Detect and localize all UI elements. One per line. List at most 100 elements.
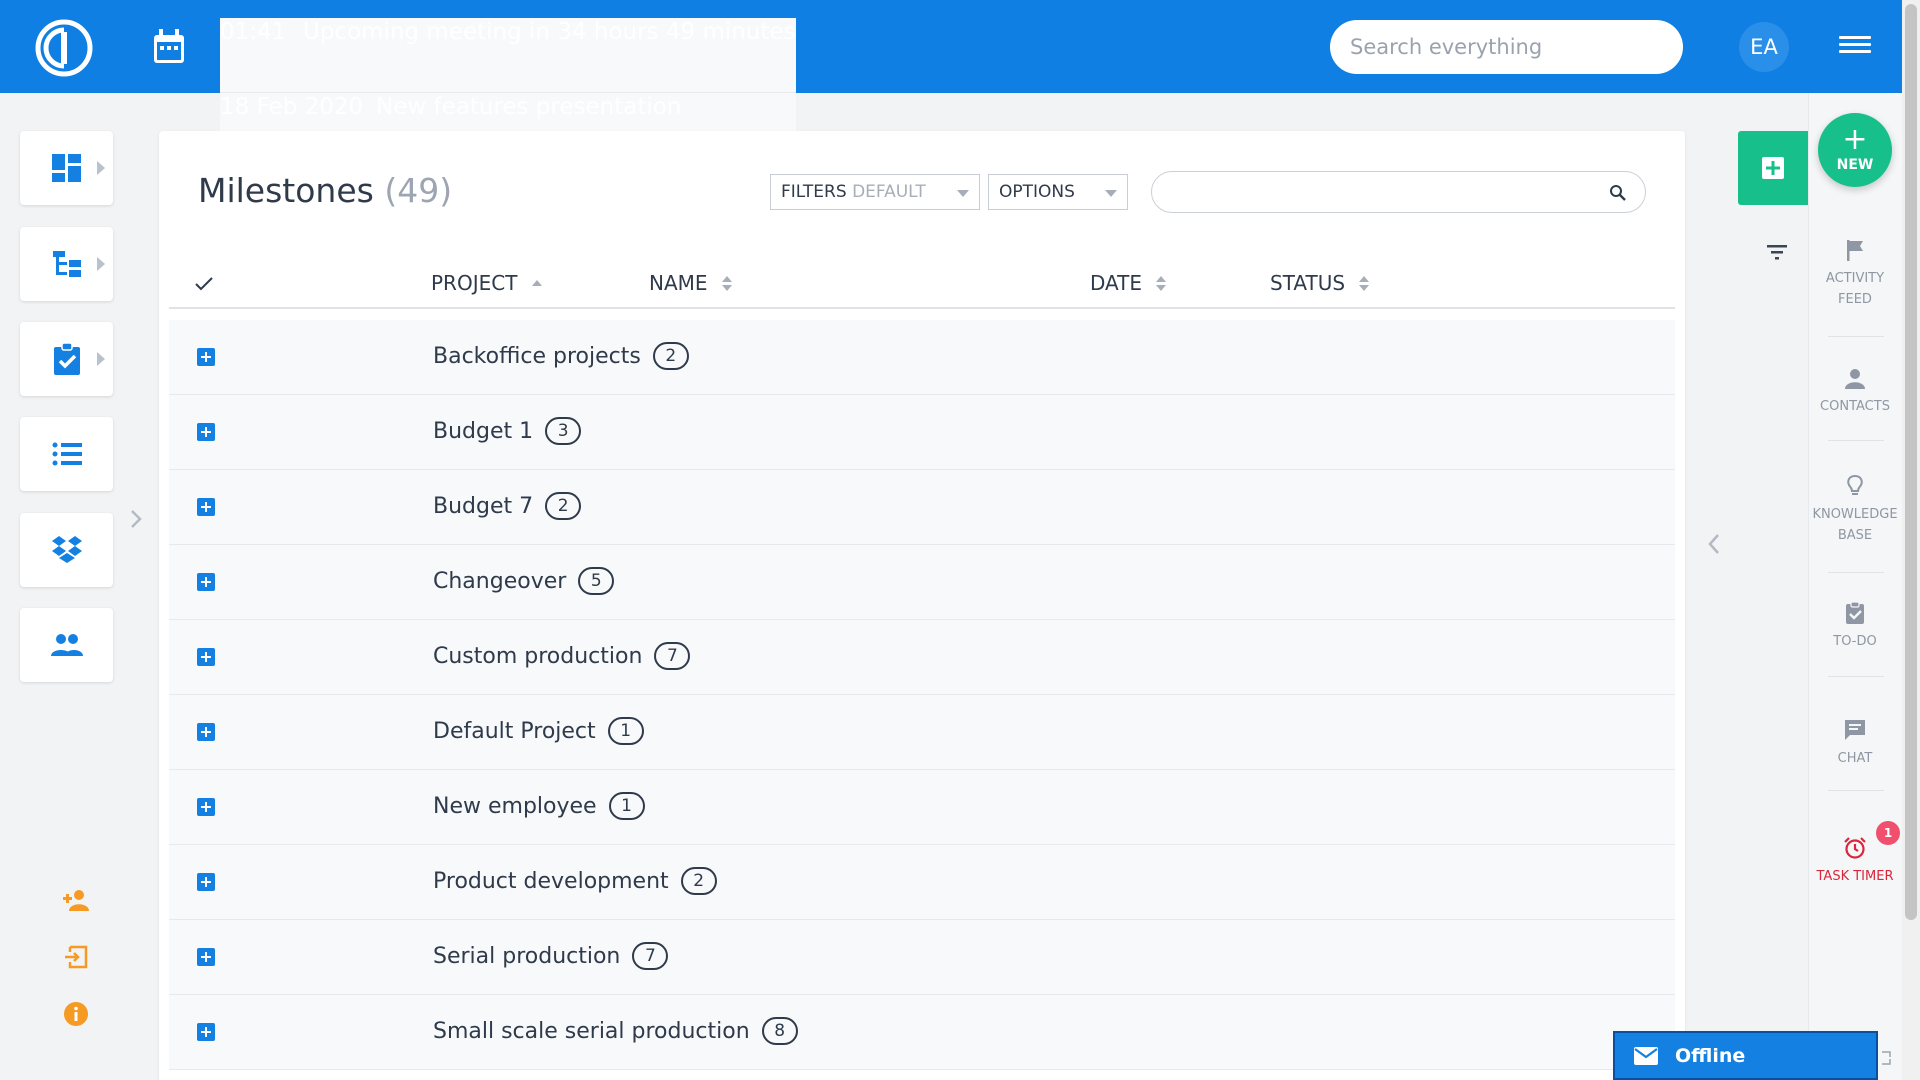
info-icon[interactable] [62, 1000, 90, 1028]
meeting-date: 18 Feb 2020 [220, 94, 364, 120]
filters-dropdown[interactable]: FILTERS DEFAULT [770, 174, 980, 210]
panel-search-input[interactable] [1151, 171, 1646, 213]
activity-feed-label-line2: FEED [1838, 292, 1872, 307]
sidebar-item-contacts[interactable]: CONTACTS [1808, 366, 1902, 417]
count-badge: 7 [654, 642, 691, 670]
sidebar-item-projects[interactable] [20, 227, 113, 301]
search-icon[interactable] [1609, 184, 1627, 202]
project-group-name: Default Project 1 [433, 717, 644, 745]
meeting-text: Upcoming meeting in 34 hours 49 minutes [303, 19, 796, 45]
table-row[interactable]: Custom production 7 [169, 620, 1675, 695]
column-header-date-label: DATE [1090, 271, 1143, 295]
count-badge: 1 [608, 792, 645, 820]
logout-icon[interactable] [62, 943, 90, 971]
project-name: Serial production [433, 944, 621, 969]
sidebar-item-chat[interactable]: CHAT [1808, 718, 1902, 769]
column-header-project-label: PROJECT [431, 271, 518, 295]
table-row[interactable]: Product development 2 [169, 845, 1675, 920]
column-header-date[interactable]: DATE [1090, 271, 1167, 295]
expand-plus-icon[interactable] [197, 1023, 215, 1041]
sidebar-item-tasks[interactable] [20, 322, 113, 396]
project-group-name: Backoffice projects 2 [433, 342, 689, 370]
users-icon [51, 634, 83, 656]
table-row[interactable]: Budget 1 3 [169, 395, 1675, 470]
options-dropdown[interactable]: OPTIONS [988, 174, 1128, 210]
project-group-name: Changeover 5 [433, 567, 615, 595]
todo-label: TO-DO [1833, 634, 1877, 649]
chat-widget-offline[interactable]: Offline [1613, 1031, 1878, 1080]
column-header-status-label: STATUS [1270, 271, 1346, 295]
dashboard-icon [52, 154, 81, 182]
count-badge: 2 [545, 492, 582, 520]
column-header-project[interactable]: PROJECT [431, 271, 542, 295]
column-header-name[interactable]: NAME [649, 271, 732, 295]
sidebar-item-list[interactable] [20, 417, 113, 491]
expand-plus-icon[interactable] [197, 873, 215, 891]
table-header: PROJECT NAME DATE STATUS [169, 259, 1675, 309]
table-row[interactable]: Backoffice projects 2 [169, 320, 1675, 395]
chevron-down-icon [957, 190, 969, 197]
hamburger-menu-icon[interactable] [1839, 36, 1871, 60]
table-row[interactable]: Budget 7 2 [169, 470, 1675, 545]
milestone-count: (49) [384, 171, 453, 210]
expand-plus-icon[interactable] [197, 648, 215, 666]
milestones-table-body: Backoffice projects 2 Budget 1 3 Budget 7 2… [169, 320, 1675, 1070]
chat-widget-status: Offline [1675, 1045, 1746, 1067]
logo-icon[interactable] [34, 18, 94, 78]
project-name: New employee [433, 794, 597, 819]
knowledge-base-label-line2: BASE [1837, 528, 1873, 543]
meeting-time: 01:41 [220, 19, 287, 45]
table-row[interactable]: New employee 1 [169, 770, 1675, 845]
sidebar-item-knowledge-base[interactable]: KNOWLEDGE BASE [1808, 474, 1902, 546]
calendar-icon[interactable] [152, 29, 186, 65]
project-group-name: Small scale serial production 8 [433, 1017, 798, 1045]
page-title-text: Milestones [198, 171, 374, 210]
sidebar-item-activity-feed[interactable]: ACTIVITY FEED [1808, 238, 1902, 310]
project-name: Backoffice projects [433, 344, 641, 369]
project-name: Changeover [433, 569, 567, 594]
add-user-icon[interactable] [62, 886, 90, 914]
expand-plus-icon[interactable] [197, 348, 215, 366]
count-badge: 2 [652, 342, 689, 370]
expand-sidebar-chevron-icon[interactable] [128, 508, 144, 530]
quick-add-button[interactable] [1738, 131, 1808, 205]
table-row[interactable]: Small scale serial production 8 [169, 995, 1675, 1070]
resize-icon[interactable] [1880, 1048, 1892, 1068]
expand-plus-icon[interactable] [197, 423, 215, 441]
global-search-input[interactable] [1330, 20, 1683, 74]
sidebar-item-dashboard[interactable] [20, 131, 113, 205]
filter-icon[interactable] [1766, 244, 1788, 260]
project-group-name: New employee 1 [433, 792, 645, 820]
expand-plus-icon[interactable] [197, 573, 215, 591]
scrollbar-thumb[interactable] [1905, 4, 1917, 920]
user-avatar[interactable]: EA [1739, 22, 1789, 72]
sort-icon [1156, 275, 1167, 294]
project-name: Small scale serial production [433, 1019, 750, 1044]
project-name: Budget 7 [433, 494, 534, 519]
alarm-clock-icon [1844, 837, 1866, 859]
chevron-left-icon[interactable] [1706, 532, 1722, 556]
chevron-right-icon [97, 257, 105, 271]
sidebar-item-todo[interactable]: TO-DO [1808, 601, 1902, 652]
sidebar-item-users[interactable] [20, 608, 113, 682]
list-icon [52, 442, 82, 466]
column-header-status[interactable]: STATUS [1270, 271, 1370, 295]
meeting-title: New features presentation [376, 94, 682, 120]
expand-plus-icon[interactable] [197, 498, 215, 516]
expand-plus-icon[interactable] [197, 948, 215, 966]
page-scrollbar[interactable] [1902, 0, 1920, 1080]
table-row[interactable]: Changeover 5 [169, 545, 1675, 620]
milestones-panel: Milestones (49) FILTERS DEFAULT OPTIONS … [159, 131, 1685, 1080]
expand-plus-icon[interactable] [197, 798, 215, 816]
new-button[interactable]: + NEW [1818, 113, 1892, 187]
table-row[interactable]: Default Project 1 [169, 695, 1675, 770]
column-header-name-label: NAME [649, 271, 708, 295]
page-title: Milestones (49) [198, 171, 452, 210]
sidebar-item-dropbox[interactable] [20, 513, 113, 587]
table-row[interactable]: Serial production 7 [169, 920, 1675, 995]
divider [1828, 336, 1884, 337]
chat-bubble-icon [1845, 720, 1865, 740]
project-name: Budget 1 [433, 419, 534, 444]
expand-plus-icon[interactable] [197, 723, 215, 741]
filters-label: FILTERS [781, 182, 847, 202]
